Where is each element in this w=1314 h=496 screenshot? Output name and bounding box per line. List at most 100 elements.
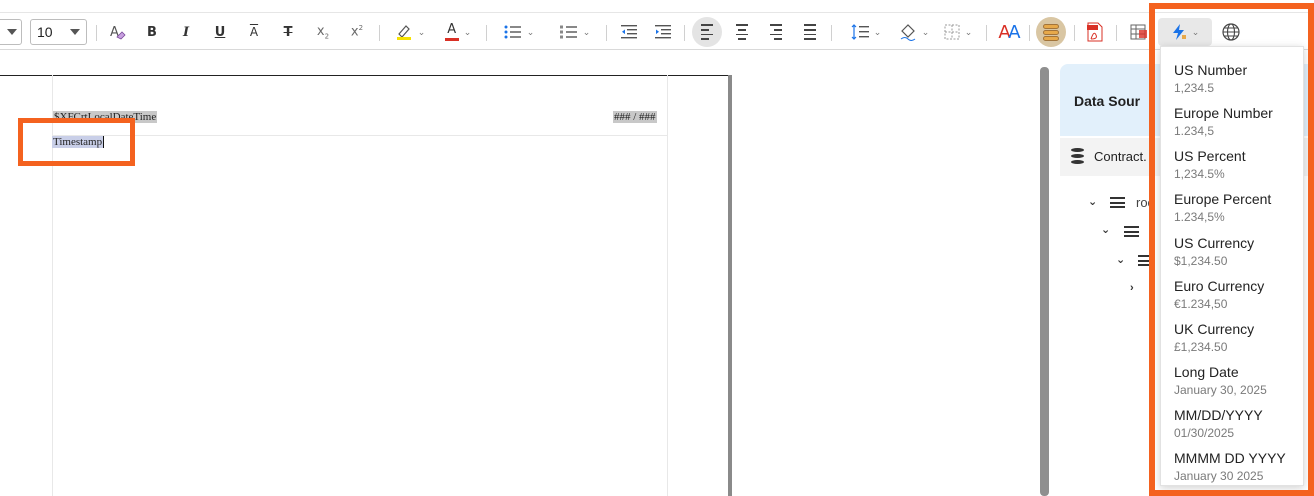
format-option-us-percent[interactable]: US Percent 1,234.5% [1174,148,1246,182]
chevron-down-icon[interactable]: ⌄ [1088,195,1097,208]
database-icon [1071,148,1084,164]
align-center-icon [736,24,748,40]
format-option-us-number[interactable]: US Number 1,234.5 [1174,62,1247,96]
toolbar-divider [986,25,987,41]
decrease-indent-button[interactable] [618,13,640,51]
align-left-button[interactable] [692,17,722,47]
tree-node-label[interactable]: roo [1136,195,1155,210]
highlight-color-button[interactable]: ⌄ [392,13,428,51]
bulleted-list-button[interactable]: ⌄ [498,13,540,51]
borders-icon [944,24,960,40]
borders-button[interactable]: ⌄ [940,13,976,51]
lightning-icon [1172,24,1186,40]
toolbar-divider [486,25,487,41]
format-option-uk-currency[interactable]: UK Currency £1,234.50 [1174,321,1254,355]
chevron-down-icon: ⌄ [873,26,882,37]
toolbar-divider [379,25,380,41]
format-dropdown-menu: US Number 1,234.5 Europe Number 1.234,5 … [1160,46,1304,486]
justify-button[interactable] [800,13,820,51]
italic-button[interactable]: I [176,13,196,51]
page-counter-field[interactable]: ### / ### [613,111,657,123]
chevron-down-icon [70,29,80,35]
toolbar-divider [1074,25,1075,41]
align-left-icon [701,24,713,40]
strikethrough-icon: T [283,24,293,40]
align-right-button[interactable] [766,13,786,51]
chevron-down-icon: ⌄ [1191,26,1200,37]
justify-icon [804,24,816,40]
subscript-icon: x2 [316,23,330,41]
toolbar-divider [606,25,607,41]
superscript-button[interactable]: x2 [346,13,368,51]
text-styles-icon: AA [998,21,1020,43]
bold-icon: B [147,24,157,40]
align-center-button[interactable] [732,13,752,51]
font-size-value: 10 [37,24,53,40]
toolbar-divider [1116,25,1117,41]
strikethrough-button[interactable]: T [278,13,298,51]
indent-icon [655,25,671,39]
chevron-down-icon: ⌄ [921,26,930,37]
text-styles-button[interactable]: AA [996,13,1020,51]
format-option-mm-dd-yyyy[interactable]: MM/DD/YYYY 01/30/2025 [1174,407,1263,441]
numbered-list-button[interactable]: ⌄ [554,13,596,51]
list-icon [1110,197,1125,208]
list-icon [1138,255,1153,266]
paint-bucket-icon [900,24,916,41]
format-option-euro-currency[interactable]: Euro Currency €1.234,50 [1174,278,1264,312]
clear-format-button[interactable]: A [106,13,128,51]
toolbar-divider [96,25,97,41]
chevron-down-icon: ⌄ [463,26,472,37]
vertical-scrollbar[interactable] [1040,67,1049,496]
underline-button[interactable]: U [210,13,230,51]
font-color-button[interactable]: A ⌄ [440,13,476,51]
chevron-down-icon: ⌄ [964,26,973,37]
chevron-down-icon [7,29,17,35]
font-family-select[interactable] [0,19,22,45]
format-button[interactable]: ⌄ [1158,18,1212,46]
format-option-europe-number[interactable]: Europe Number 1.234,5 [1174,105,1273,139]
globe-icon [1222,23,1240,41]
line-spacing-button[interactable]: ⌄ [846,13,886,51]
overline-button[interactable]: A [244,13,264,51]
clear-format-icon: A [110,25,126,40]
chevron-down-icon: ⌄ [526,26,535,37]
line-spacing-icon [851,24,869,40]
chevron-right-icon[interactable]: › [1130,282,1134,294]
chevron-down-icon: ⌄ [417,26,426,37]
bullet-list-icon [504,25,521,39]
font-color-icon: A [444,23,459,41]
underline-icon: U [214,24,226,40]
header-boundary [52,135,668,136]
chevron-down-icon[interactable]: ⌄ [1101,223,1110,236]
data-fields-button[interactable] [1036,17,1066,47]
align-right-icon [770,24,782,40]
bold-button[interactable]: B [142,13,162,51]
margin-guide-right [667,75,668,496]
outdent-icon [621,25,637,39]
timestamp-highlight-box [18,118,135,166]
toolbar-divider [1029,25,1030,41]
format-option-mmmm-dd-yyyy[interactable]: MMMM DD YYYY January 30 2025 [1174,450,1286,484]
export-pdf-button[interactable] [1084,13,1106,51]
font-size-select[interactable]: 10 [30,19,87,45]
italic-icon: I [182,24,190,40]
toolbar-divider [831,25,832,41]
format-option-long-date[interactable]: Long Date January 30, 2025 [1174,364,1267,398]
toolbar-divider [684,25,685,41]
format-option-us-currency[interactable]: US Currency $1,234.50 [1174,235,1254,269]
panel-title: Data Sour [1074,93,1141,109]
pdf-icon [1087,22,1103,42]
numbered-list-icon [559,25,577,39]
overline-icon: A [249,25,259,39]
table-properties-button[interactable] [1128,13,1150,51]
subscript-button[interactable]: x2 [312,13,334,51]
stack-icon [1043,23,1059,42]
format-option-europe-percent[interactable]: Europe Percent 1.234,5% [1174,191,1271,225]
formatting-toolbar: 10 A B I U A T x2 x2 ⌄ A ⌄ ⌄ ⌄ ⌄ ⌄ ⌄ AA … [0,12,1314,50]
chevron-down-icon[interactable]: ⌄ [1116,253,1125,266]
page-shadow [728,75,732,496]
list-icon [1124,226,1139,237]
fill-color-button[interactable]: ⌄ [896,13,932,51]
increase-indent-button[interactable] [652,13,674,51]
